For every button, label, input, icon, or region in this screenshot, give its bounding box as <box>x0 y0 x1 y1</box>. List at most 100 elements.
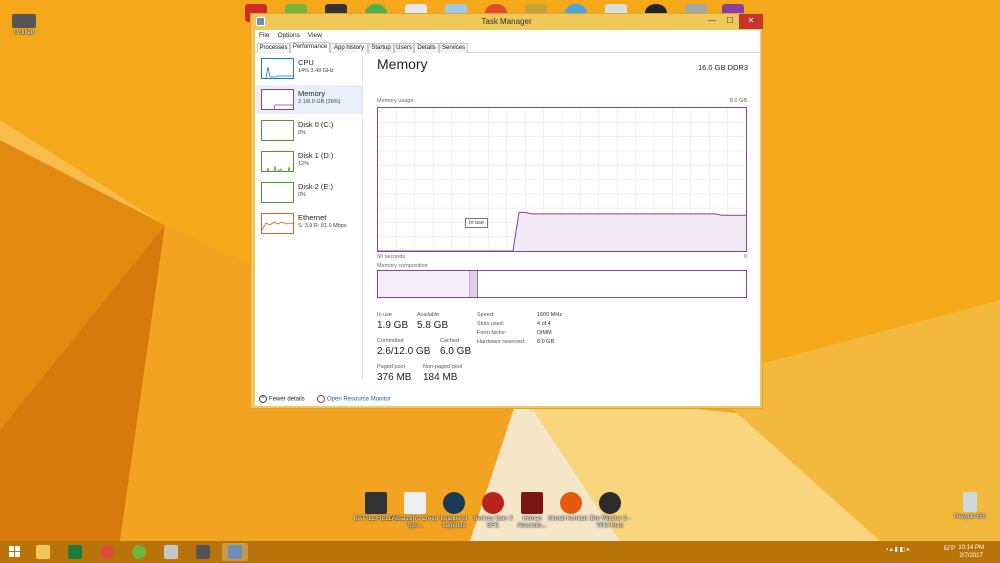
game-icon <box>404 492 426 514</box>
resource-name: Disk 0 (C:) <box>298 120 334 129</box>
chevron-up-icon: ^ <box>259 395 267 403</box>
footer: ^ Fewer details Open Resource Monitor <box>255 394 760 406</box>
tab-app-history[interactable]: App history <box>330 43 368 53</box>
memory-composition-label: Memory composition <box>377 263 428 269</box>
clock[interactable]: 10:14 PM 2/7/2017 <box>958 544 984 560</box>
stat-available: Available 5.8 GB <box>417 312 449 331</box>
desktop-icon-recycle-bin[interactable]: Recycle Bin <box>946 492 994 521</box>
menu-bar: File Options View <box>255 30 760 42</box>
game-icon <box>365 492 387 514</box>
task-manager-icon <box>228 545 242 559</box>
tab-processes[interactable]: Processes <box>257 43 290 53</box>
resource-list: CPU 14% 3.49 GHz Memory 2.1/8.0 GB (26%)… <box>255 54 363 379</box>
time-axis-end: 0 <box>743 254 747 260</box>
resource-name: Disk 2 (E:) <box>298 182 334 191</box>
resource-name: CPU <box>298 58 314 67</box>
recycle-bin-icon <box>963 492 977 512</box>
resource-disk-0[interactable]: Disk 0 (C:) 0% <box>256 116 362 145</box>
desktop-icon-untitled[interactable]: Untitled <box>0 14 48 37</box>
stat-speed: Speed: 1600 MHz <box>477 312 563 318</box>
resource-name: Memory <box>298 89 326 98</box>
stat-committed: Committed 2.6/12.0 GB <box>377 338 431 357</box>
stat-form-factor: Form factor: DIMM <box>477 330 552 336</box>
resource-cpu[interactable]: CPU 14% 3.49 GHz <box>256 54 362 83</box>
maximize-button[interactable]: ☐ <box>721 14 739 29</box>
window-client: File Options View Processes Performance Ap… <box>255 30 760 406</box>
resource-name: Ethernet <box>298 213 327 222</box>
resource-value: S: 3.9 R: 81.0 Mbps <box>298 223 347 229</box>
memory-composition-bar <box>377 270 747 298</box>
disk2-mini-graph <box>261 182 294 203</box>
taskbar-task-manager[interactable] <box>222 543 248 561</box>
memory-capacity: 16.0 GB DDR3 <box>697 63 748 72</box>
app-icon <box>164 545 178 559</box>
resource-value: 14% 3.49 GHz <box>298 68 334 74</box>
composition-in-use <box>378 271 470 297</box>
cpu-mini-graph <box>261 58 294 79</box>
resource-ethernet[interactable]: Ethernet S: 3.9 R: 81.0 Mbps <box>256 209 362 238</box>
game-icon <box>599 492 621 514</box>
time-axis-label: 60 seconds <box>377 254 406 260</box>
stat-non-paged-pool: Non-paged pool 184 MB <box>423 364 463 383</box>
tab-users[interactable]: Users <box>394 43 414 53</box>
folder-icon <box>12 14 36 28</box>
game-icon <box>482 492 504 514</box>
resource-value: 0% <box>298 192 306 198</box>
utorrent-icon <box>132 545 146 559</box>
tray-icons[interactable]: ▪ ▴ ▮ ◧ ▸ <box>886 546 910 553</box>
memory-usage-max: 8.0 GB <box>729 98 747 104</box>
desktop-icon-witcher[interactable]: The Witcher 3 - Wild Hunt <box>586 492 634 530</box>
tab-startup[interactable]: Startup <box>368 43 394 53</box>
menu-file[interactable]: File <box>255 30 273 41</box>
stat-hardware-reserved: Hardware reserved: 8.0 GB <box>477 339 555 345</box>
in-use-tooltip: In use <box>465 218 488 228</box>
window-title: Task Manager <box>481 17 532 26</box>
resource-disk-1[interactable]: Disk 1 (D:) 12% <box>256 147 362 176</box>
tab-performance[interactable]: Performance <box>290 42 330 53</box>
taskbar-utorrent[interactable] <box>126 543 152 561</box>
app-icon <box>196 545 210 559</box>
disk0-mini-graph <box>261 120 294 141</box>
folder-icon <box>36 545 50 559</box>
input-language[interactable]: БГР <box>944 546 955 552</box>
fewer-details-button[interactable]: ^ Fewer details <box>259 395 305 403</box>
title-bar[interactable]: Task Manager — ☐ ✕ <box>251 14 763 30</box>
minimize-button[interactable]: — <box>703 14 721 29</box>
excel-icon <box>68 545 82 559</box>
start-button[interactable] <box>2 543 28 561</box>
resource-disk-2[interactable]: Disk 2 (E:) 0% <box>256 178 362 207</box>
ethernet-mini-graph <box>261 213 294 234</box>
panel-title: Memory <box>377 56 428 72</box>
game-icon <box>443 492 465 514</box>
menu-options[interactable]: Options <box>273 30 303 41</box>
taskbar-app-6[interactable] <box>190 543 216 561</box>
memory-usage-label: Memory usage <box>377 98 414 104</box>
memory-panel: Memory 16.0 GB DDR3 Memory usage 8.0 GB … <box>377 54 752 383</box>
memory-usage-graph: In use <box>377 107 747 252</box>
stat-in-use: In use 1.9 GB <box>377 312 409 331</box>
game-icon <box>521 492 543 514</box>
chrome-icon <box>100 545 114 559</box>
taskbar-app-5[interactable] <box>158 543 184 561</box>
taskbar-chrome[interactable] <box>94 543 120 561</box>
resource-value: 0% <box>298 130 306 136</box>
stat-slots-used: Slots used: 4 of 4 <box>477 321 551 327</box>
game-icon <box>560 492 582 514</box>
resource-memory[interactable]: Memory 2.1/8.0 GB (26%) <box>256 85 362 114</box>
open-resource-monitor-link[interactable]: Open Resource Monitor <box>317 395 391 403</box>
tab-services[interactable]: Services <box>439 43 468 53</box>
resource-value: 2.1/8.0 GB (26%) <box>298 99 341 105</box>
stat-paged-pool: Paged pool 376 MB <box>377 364 412 383</box>
close-button[interactable]: ✕ <box>739 14 763 29</box>
resource-value: 12% <box>298 161 310 167</box>
taskbar-file-explorer[interactable] <box>30 543 56 561</box>
disk1-mini-graph <box>261 151 294 172</box>
windows-icon <box>9 546 20 557</box>
menu-view[interactable]: View <box>304 30 326 41</box>
tab-details[interactable]: Details <box>414 43 439 53</box>
stat-cached: Cached 6.0 GB <box>440 338 472 357</box>
task-manager-window: Task Manager — ☐ ✕ File Options View Proce… <box>250 13 763 409</box>
memory-usage-chart <box>378 108 746 251</box>
composition-modified <box>470 271 478 297</box>
taskbar-excel[interactable] <box>62 543 88 561</box>
